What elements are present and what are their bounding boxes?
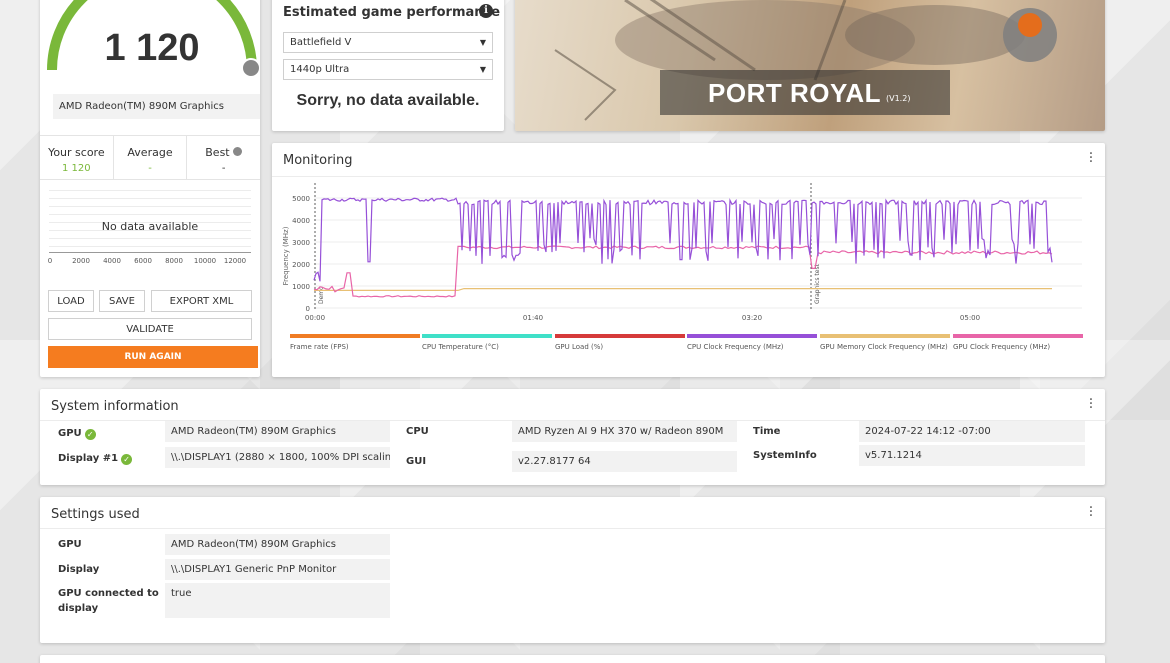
- load-button[interactable]: LOAD: [48, 290, 94, 312]
- time-label: Time: [753, 426, 781, 437]
- validate-button[interactable]: VALIDATE: [48, 318, 252, 340]
- save-button[interactable]: SAVE: [99, 290, 145, 312]
- your-score-value: 1 120: [62, 163, 91, 174]
- settings-display-label: Display: [58, 564, 100, 575]
- histogram-message: No data available: [101, 220, 199, 233]
- cpu-value: AMD Ryzen AI 9 HX 370 w/ Radeon 890M: [512, 421, 737, 442]
- x-tick: 05:00: [960, 314, 980, 322]
- legend-item[interactable]: GPU Clock Frequency (MHz): [953, 334, 1083, 351]
- score-histogram: No data available: [49, 190, 251, 252]
- next-section-card: [40, 655, 1105, 663]
- settings-used-title: Settings used: [51, 507, 140, 522]
- x-tick: 01:40: [523, 314, 543, 322]
- best-label-row: Best: [187, 146, 260, 159]
- score-card: 1 120 AMD Radeon(TM) 890M Graphics Your …: [40, 0, 260, 377]
- settings-display-value: \\.\DISPLAY1 Generic PnP Monitor: [165, 559, 390, 580]
- hist-tick: 4000: [103, 257, 121, 265]
- system-information-title: System information: [51, 399, 179, 414]
- monitoring-title: Monitoring: [283, 153, 353, 168]
- hist-tick: 2000: [72, 257, 90, 265]
- marker-graphics-test: Graphics test: [814, 263, 821, 304]
- hist-tick: 10000: [193, 257, 217, 265]
- game-performance-title: Estimated game performance: [283, 5, 501, 20]
- systeminfo-value: v5.71.1214: [859, 445, 1085, 466]
- preset-select[interactable]: 1440p Ultra ▼: [283, 59, 493, 80]
- settings-used-card: Settings used · · · GPU AMD Radeon(TM) 890…: [40, 497, 1105, 643]
- gpu-memory-clock-line: [314, 288, 1052, 291]
- benchmark-title: PORT ROYAL: [708, 78, 882, 108]
- x-tick: 03:20: [742, 314, 762, 322]
- cpu-clock-line: [313, 197, 1053, 282]
- gui-label: GUI: [406, 456, 427, 467]
- game-performance-card: Estimated game performance i Battlefield…: [272, 0, 504, 131]
- cpu-label: CPU: [406, 426, 429, 437]
- histogram-axis: 0 2000 4000 6000 8000 10000 12000: [47, 252, 251, 268]
- legend-item[interactable]: GPU Memory Clock Frequency (MHz): [820, 334, 950, 351]
- score-value: 1 120: [104, 27, 200, 69]
- display-label: Display #1 ✓: [58, 453, 133, 465]
- benchmark-banner: PORT ROYAL (V1.2): [515, 0, 1105, 131]
- average-score: Average -: [114, 136, 188, 179]
- monitoring-chart: Frequency (MHz) 5000 4000 3000 2000 1000…: [282, 183, 1082, 322]
- best-score: Best -: [187, 136, 260, 179]
- preset-select-value: 1440p Ultra: [290, 64, 350, 75]
- settings-gpu-value: AMD Radeon(TM) 890M Graphics: [165, 534, 390, 555]
- system-information-card: System information · · · GPU ✓ AMD Radeon(T…: [40, 389, 1105, 485]
- legend-item[interactable]: Frame rate (FPS): [290, 334, 420, 351]
- y-axis-label: Frequency (MHz): [282, 226, 290, 285]
- average-label: Average: [127, 146, 173, 159]
- settings-connected-value: true: [165, 583, 390, 618]
- y-tick: 3000: [292, 239, 310, 247]
- caret-down-icon: ▼: [479, 65, 486, 74]
- monitoring-card: Monitoring · · · Frequency (MHz) 5000 4000…: [272, 143, 1105, 377]
- systeminfo-label: SystemInfo: [753, 450, 817, 461]
- check-icon: ✓: [121, 454, 133, 465]
- settings-connected-label-2: display: [58, 603, 99, 614]
- y-tick: 5000: [292, 195, 310, 203]
- best-label: Best: [205, 146, 230, 159]
- settings-gpu-label: GPU: [58, 539, 82, 550]
- gpu-clock-line: [313, 245, 1053, 298]
- game-select-value: Battlefield V: [290, 37, 352, 48]
- y-tick: 2000: [292, 261, 310, 269]
- gpu-label: GPU ✓: [58, 428, 96, 440]
- kebab-menu-icon[interactable]: · · ·: [1088, 393, 1094, 415]
- game-select[interactable]: Battlefield V ▼: [283, 32, 493, 53]
- caret-down-icon: ▼: [479, 38, 486, 47]
- legend-item[interactable]: CPU Clock Frequency (MHz): [687, 334, 817, 351]
- check-icon: ✓: [84, 429, 96, 440]
- legend-item[interactable]: CPU Temperature (°C): [422, 334, 552, 351]
- hist-tick: 12000: [223, 257, 247, 265]
- info-icon[interactable]: [233, 147, 243, 156]
- settings-connected-label-1: GPU connected to: [58, 588, 159, 599]
- export-xml-button[interactable]: EXPORT XML: [151, 290, 252, 312]
- hist-tick: 0: [47, 257, 53, 265]
- gpu-name: AMD Radeon(TM) 890M Graphics: [53, 94, 260, 119]
- best-value: -: [221, 163, 226, 174]
- score-comparison: Your score 1 120 Average - Best -: [40, 135, 260, 180]
- your-score: Your score 1 120: [40, 136, 114, 179]
- hist-tick: 8000: [165, 257, 183, 265]
- kebab-menu-icon[interactable]: · · ·: [1088, 501, 1094, 523]
- benchmark-version: (V1.2): [886, 94, 911, 103]
- y-tick: 1000: [292, 283, 310, 291]
- gpu-value: AMD Radeon(TM) 890M Graphics: [165, 421, 390, 442]
- legend-item[interactable]: GPU Load (%): [555, 334, 685, 351]
- y-tick: 4000: [292, 217, 310, 225]
- gui-value: v2.27.8177 64: [512, 451, 737, 472]
- run-again-button[interactable]: RUN AGAIN: [48, 346, 258, 368]
- time-value: 2024-07-22 14:12 -07:00: [859, 421, 1085, 442]
- x-tick: 00:00: [305, 314, 325, 322]
- display-value: \\.\DISPLAY1 (2880 × 1800, 100% DPI scal…: [165, 447, 390, 468]
- average-value: -: [148, 163, 152, 174]
- kebab-menu-icon[interactable]: · · ·: [1088, 147, 1094, 169]
- your-score-label: Your score: [48, 146, 105, 159]
- hist-tick: 6000: [134, 257, 152, 265]
- no-data-message: Sorry, no data available.: [296, 92, 480, 109]
- y-tick: 0: [306, 305, 310, 313]
- info-icon[interactable]: i: [479, 4, 493, 18]
